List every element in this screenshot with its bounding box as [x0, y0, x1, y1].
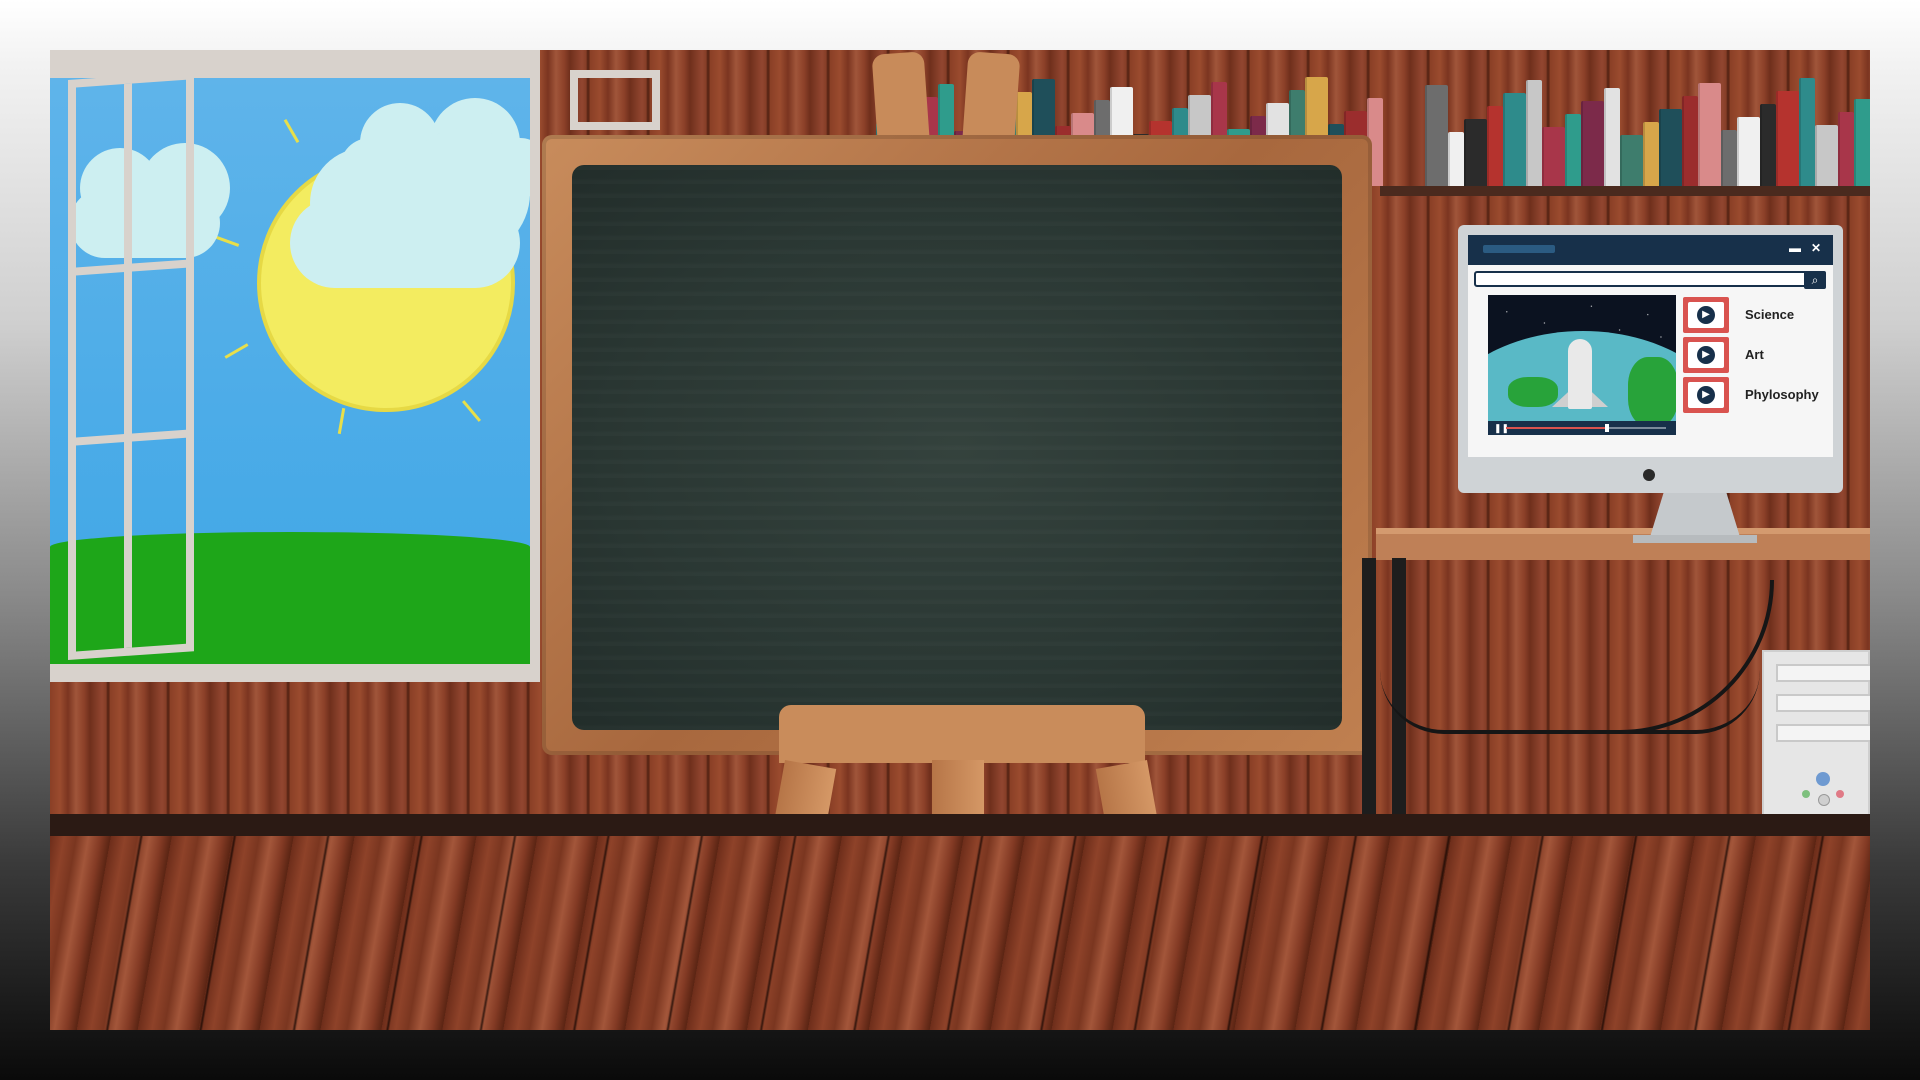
video-player[interactable]: ❚❚ [1488, 295, 1676, 435]
book [1542, 127, 1565, 186]
space-shuttle [1568, 339, 1592, 409]
book [1737, 117, 1760, 186]
drive-bay [1776, 664, 1870, 682]
book [1659, 109, 1682, 186]
video-thumbnail[interactable]: ▶ [1683, 337, 1729, 373]
book [1721, 130, 1737, 186]
book [1838, 112, 1854, 186]
play-icon[interactable]: ▶ [1697, 306, 1715, 324]
close-icon[interactable]: ✕ [1809, 241, 1823, 255]
book [1604, 88, 1620, 186]
book [1698, 83, 1721, 186]
video-list-item[interactable]: ▶ Art [1683, 337, 1833, 373]
minimize-icon[interactable]: ▬ [1788, 241, 1802, 255]
video-label[interactable]: Art [1745, 347, 1764, 362]
sun-ray [213, 235, 240, 247]
sun-ray [224, 343, 249, 359]
wooden-floor [50, 836, 1870, 1030]
book [1487, 106, 1503, 186]
video-thumbnail[interactable]: ▶ [1683, 377, 1729, 413]
search-input[interactable] [1474, 271, 1808, 287]
land [1628, 357, 1676, 427]
land [1508, 377, 1558, 407]
monitor: ▬ ✕ ⌕ ❚❚ ▶ Science ▶ Art ▶ Phylosophy [1458, 225, 1843, 493]
drive-bay [1776, 724, 1870, 742]
video-list-item[interactable]: ▶ Science [1683, 297, 1833, 333]
thumbnail-inner: ▶ [1688, 342, 1724, 368]
monitor-screen: ▬ ✕ ⌕ ❚❚ ▶ Science ▶ Art ▶ Phylosophy [1468, 235, 1833, 457]
book [1526, 80, 1542, 186]
title-placeholder [1483, 245, 1555, 253]
title-bar: ▬ ✕ [1468, 235, 1833, 265]
book [1776, 91, 1799, 186]
baseboard [50, 814, 1870, 836]
desk-top [1376, 528, 1870, 534]
book [1448, 132, 1464, 186]
book [1565, 114, 1581, 186]
indicator-light-icon [1802, 790, 1810, 798]
classroom-scene: ▬ ✕ ⌕ ❚❚ ▶ Science ▶ Art ▶ Phylosophy [50, 50, 1870, 1030]
chalk-tray [779, 705, 1145, 763]
monitor-logo [1643, 469, 1655, 481]
cloud [290, 128, 530, 288]
seek-progress [1506, 427, 1606, 429]
player-controls: ❚❚ [1488, 421, 1676, 435]
video-thumbnail[interactable]: ▶ [1683, 297, 1729, 333]
sun-ray [337, 407, 346, 435]
book [1815, 125, 1838, 186]
book [1425, 85, 1448, 186]
sun-ray [461, 400, 482, 422]
indicator-light-icon [1818, 794, 1830, 806]
monitor-stand [1650, 493, 1740, 537]
video-label[interactable]: Science [1745, 307, 1794, 322]
power-button-icon [1816, 772, 1830, 786]
search-icon[interactable]: ⌕ [1804, 271, 1826, 289]
indicator-light-icon [1836, 790, 1844, 798]
book [1503, 93, 1526, 186]
bookshelf [1380, 186, 1870, 196]
book [1760, 104, 1776, 186]
play-icon[interactable]: ▶ [1697, 346, 1715, 364]
book [1854, 99, 1870, 186]
video-label[interactable]: Phylosophy [1745, 387, 1819, 402]
book [1581, 101, 1604, 186]
book [1464, 119, 1487, 186]
chalkboard-frame [542, 135, 1372, 755]
play-icon[interactable]: ▶ [1697, 386, 1715, 404]
drive-bay [1776, 694, 1870, 712]
seek-handle[interactable] [1605, 424, 1610, 432]
seek-bar[interactable] [1506, 424, 1666, 432]
book [1799, 78, 1815, 186]
book [1682, 96, 1698, 186]
book [1620, 135, 1643, 186]
desk-leg [1362, 558, 1376, 858]
thumbnail-inner: ▶ [1688, 302, 1724, 328]
chalkboard [572, 165, 1342, 730]
book [1643, 122, 1659, 186]
video-list-item[interactable]: ▶ Phylosophy [1683, 377, 1833, 413]
thumbnail-inner: ▶ [1688, 382, 1724, 408]
monitor-stand-base [1633, 535, 1757, 543]
